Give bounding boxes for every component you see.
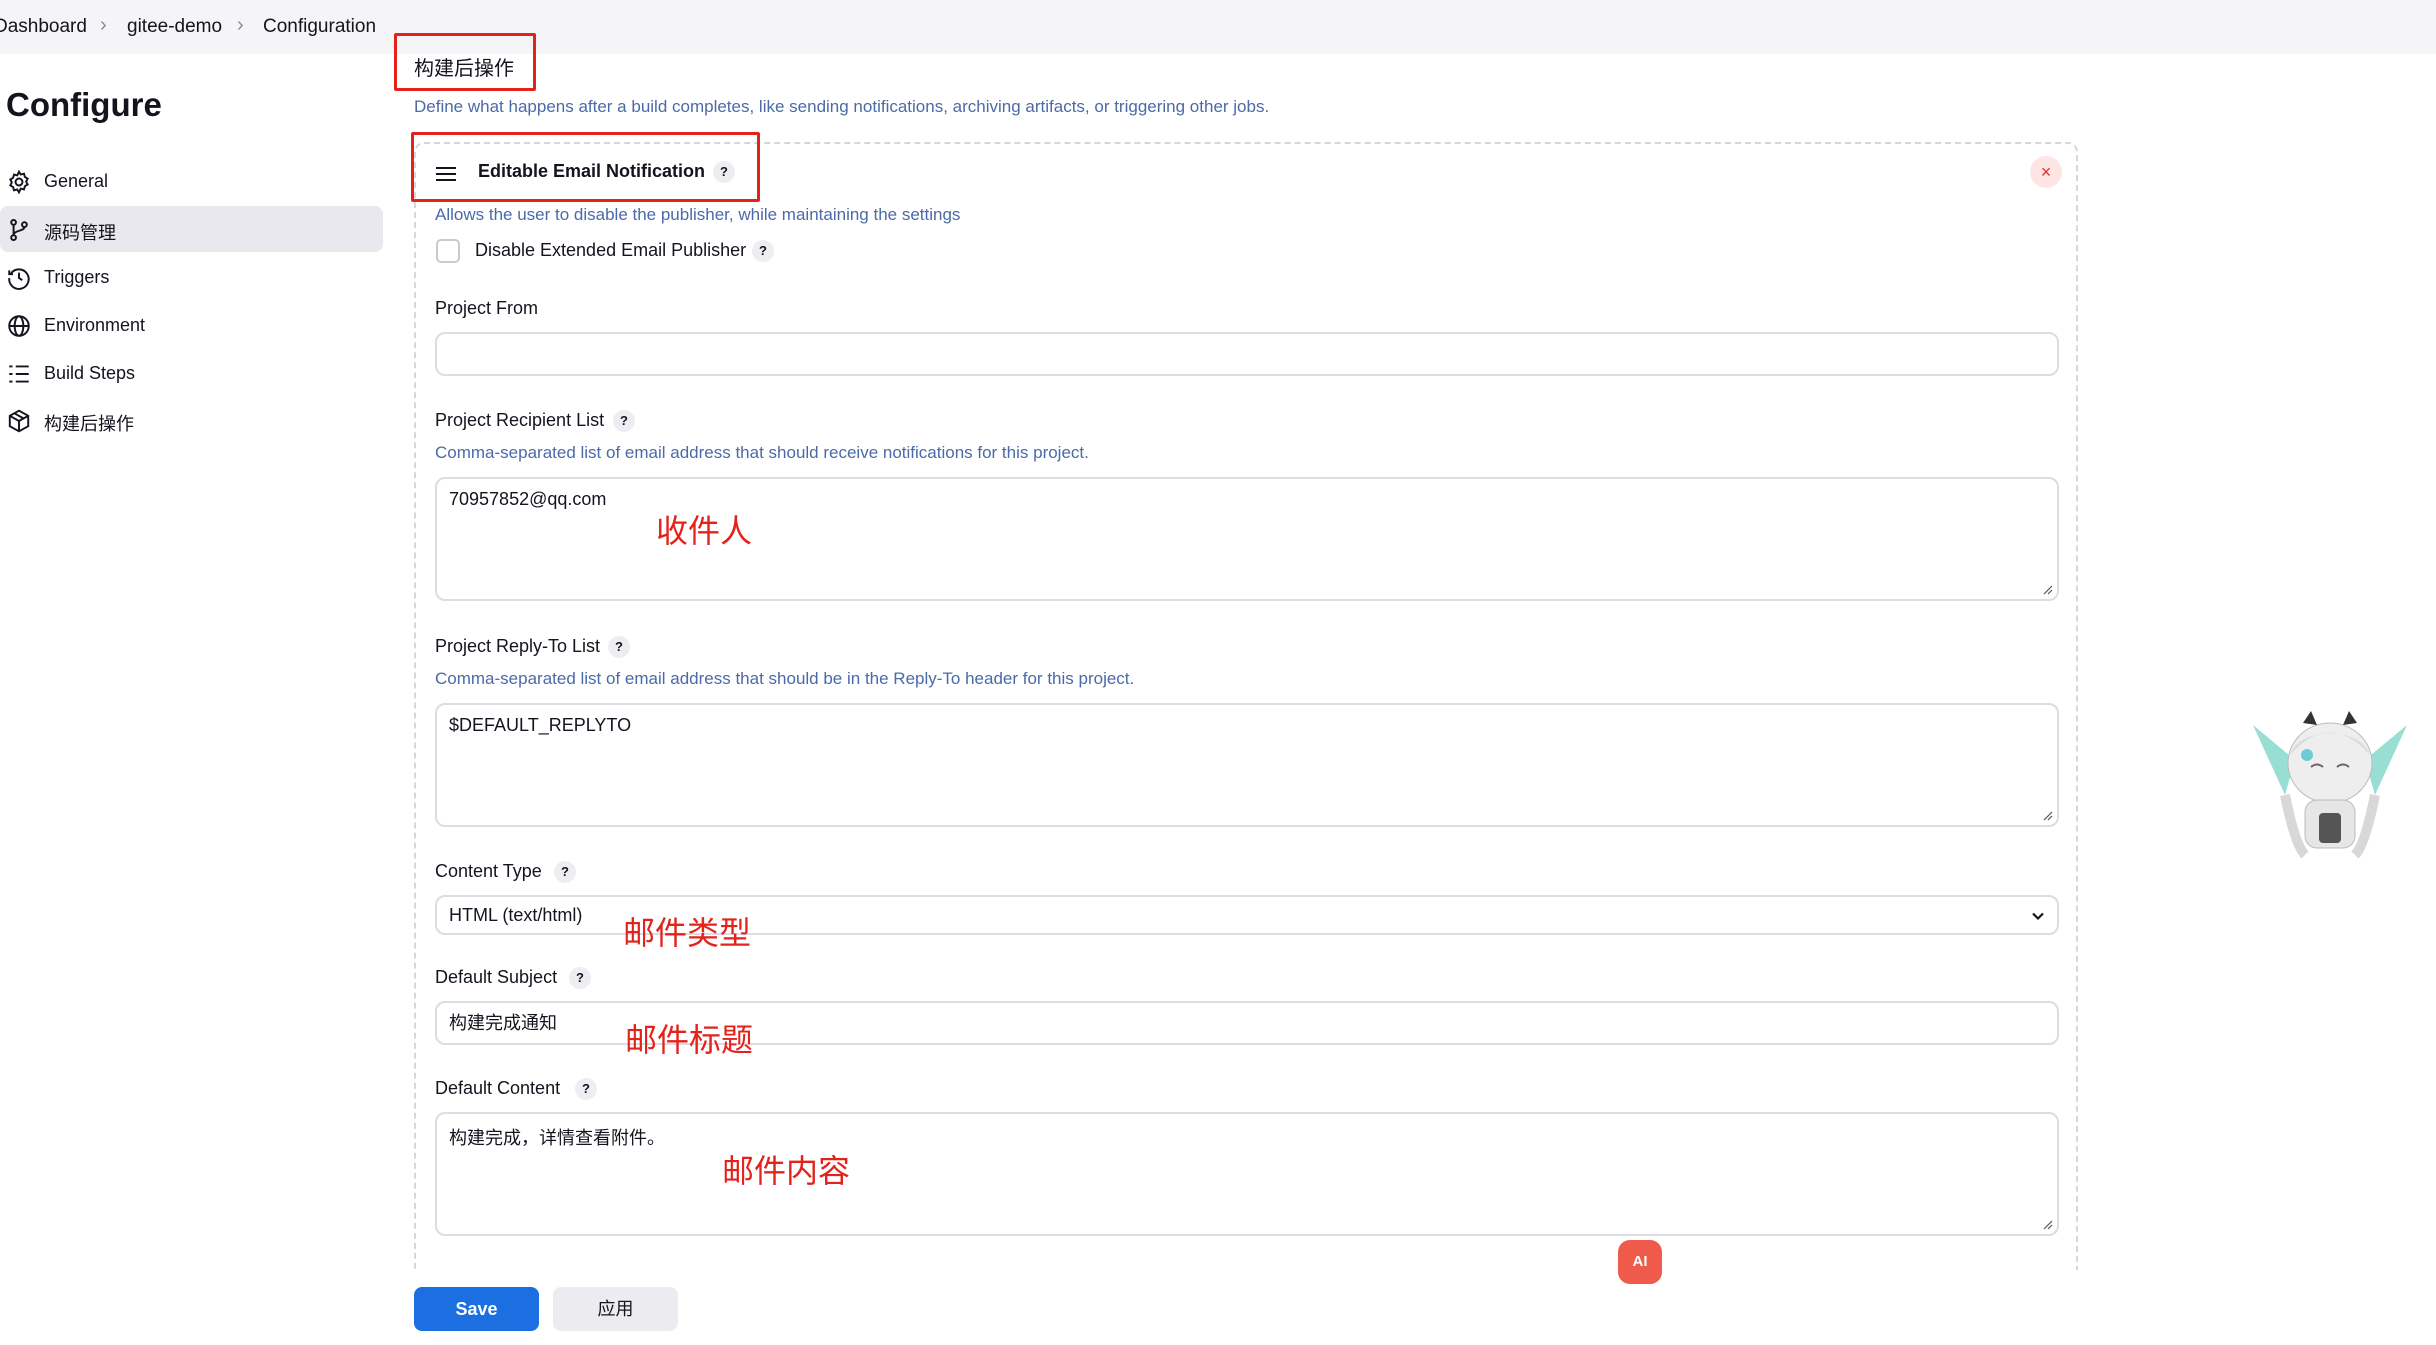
sidebar-item-label: 源码管理 [44, 223, 116, 243]
highlight-box-publisher [411, 132, 760, 202]
section-description: Define what happens after a build comple… [414, 97, 1270, 116]
mascot-image [2253, 711, 2407, 859]
reply-to-list-label: Project Reply-To List [435, 636, 601, 656]
sidebar-item-general[interactable]: General [0, 158, 383, 204]
page-title: Configure [6, 86, 162, 123]
sidebar-item-label: Environment [44, 315, 146, 335]
breadcrumb-dashboard[interactable]: Dashboard [0, 16, 87, 38]
reply-to-list-textarea[interactable]: $DEFAULT_REPLYTO [435, 703, 2059, 827]
sidebar-item-label: 构建后操作 [44, 414, 134, 434]
breadcrumb-configuration[interactable]: Configuration [263, 16, 376, 38]
recipient-list-value: 70957852@qq.com [449, 489, 607, 509]
list-icon [9, 365, 29, 383]
annotation-content: 邮件内容 [722, 1153, 851, 1189]
sidebar-item-environment[interactable]: Environment [0, 302, 383, 348]
resize-handle-icon[interactable] [2041, 1218, 2053, 1230]
sidebar-item-label: General [44, 171, 109, 191]
recipient-list-description: Comma-separated list of email address th… [435, 443, 1089, 462]
clock-icon [8, 268, 30, 290]
default-content-value: 构建完成，详情查看附件。 [449, 1128, 665, 1148]
git-branch-icon [10, 219, 28, 241]
sidebar-item-triggers[interactable]: Triggers [0, 254, 383, 300]
content-type-label: Content Type [435, 861, 542, 881]
package-icon [8, 409, 30, 433]
sidebar-item-post-build[interactable]: 构建后操作 [0, 397, 383, 443]
help-icon[interactable]: ? [613, 410, 635, 432]
annotation-recipient: 收件人 [656, 513, 753, 549]
chevron-down-icon [2032, 912, 2044, 921]
disable-publisher-checkbox[interactable] [436, 239, 460, 263]
ai-assistant-icon[interactable]: AI [1618, 1240, 1662, 1284]
breadcrumb-project[interactable]: gitee-demo [127, 16, 222, 38]
annotation-subject: 邮件标题 [625, 1022, 754, 1058]
default-content-label: Default Content [435, 1078, 561, 1098]
default-content-textarea[interactable]: 构建完成，详情查看附件。 [435, 1112, 2059, 1236]
sidebar-item-source-control[interactable]: 源码管理 [0, 206, 383, 252]
disable-publisher-label: Disable Extended Email Publisher [475, 240, 747, 260]
help-icon[interactable]: ? [752, 240, 774, 262]
sidebar-item-label: Triggers [44, 267, 110, 287]
project-from-input[interactable] [435, 332, 2059, 376]
help-icon[interactable]: ? [569, 967, 591, 989]
help-icon[interactable]: ? [575, 1078, 597, 1100]
help-icon[interactable]: ? [554, 861, 576, 883]
project-from-label: Project From [435, 298, 539, 318]
content-type-value: HTML (text/html) [449, 905, 583, 925]
chevron-right-icon: › [100, 14, 107, 36]
globe-icon [8, 315, 30, 337]
sidebar-item-label: Build Steps [44, 363, 136, 383]
gear-icon [9, 169, 29, 195]
sidebar-item-build-steps[interactable]: Build Steps [0, 350, 383, 396]
resize-handle-icon[interactable] [2041, 809, 2053, 821]
annotation-content-type: 邮件类型 [623, 915, 752, 951]
reply-to-list-description: Comma-separated list of email address th… [435, 669, 1135, 688]
reply-to-list-value: $DEFAULT_REPLYTO [449, 715, 632, 735]
close-icon[interactable]: × [2030, 156, 2062, 188]
disable-description: Allows the user to disable the publisher… [435, 205, 961, 224]
recipient-list-label: Project Recipient List [435, 410, 605, 430]
save-button[interactable]: Save [414, 1287, 539, 1331]
breadcrumb: Dashboard › gitee-demo › Configuration [0, 0, 2436, 54]
resize-handle-icon[interactable] [2041, 583, 2053, 595]
default-subject-label: Default Subject [435, 967, 558, 987]
highlight-box-section [394, 33, 536, 91]
help-icon[interactable]: ? [608, 636, 630, 658]
chevron-right-icon: › [237, 14, 244, 36]
apply-button[interactable]: 应用 [553, 1287, 678, 1331]
